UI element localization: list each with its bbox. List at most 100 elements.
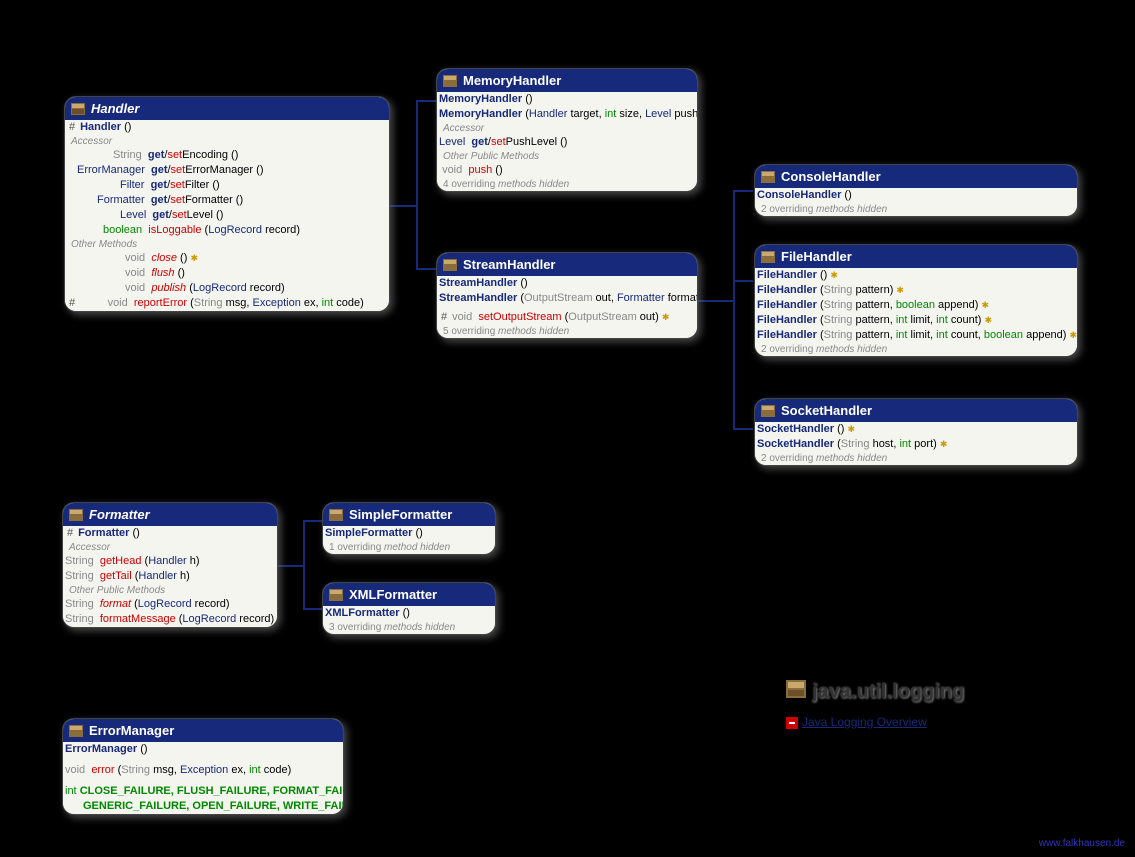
constructor: XMLFormatter () — [323, 606, 495, 621]
method: void publish (LogRecord record) — [65, 281, 389, 296]
class-sockethandler[interactable]: SocketHandler SocketHandler () ✱ SocketH… — [754, 398, 1078, 466]
class-handler[interactable]: Handler # Handler () Accessor String get… — [64, 96, 390, 312]
connector — [733, 428, 753, 430]
hidden-note: 2 overriding methods hidden — [755, 343, 1077, 356]
constructor: StreamHandler (OutputStream out, Formatt… — [437, 291, 697, 306]
accessor: String get/setEncoding () — [65, 148, 389, 163]
method: void push () — [437, 163, 697, 178]
section-other: Other Methods — [65, 238, 389, 251]
connector — [303, 520, 305, 610]
method: # void reportError (String msg, Exceptio… — [65, 296, 389, 311]
hidden-note: 2 overriding methods hidden — [755, 452, 1077, 465]
class-memoryhandler[interactable]: MemoryHandler MemoryHandler () MemoryHan… — [436, 68, 698, 192]
class-name: ErrorManager — [89, 723, 174, 738]
method: String getTail (Handler h) — [63, 569, 277, 584]
oracle-icon — [786, 717, 798, 729]
class-xmlformatter[interactable]: XMLFormatter XMLFormatter () 3 overridin… — [322, 582, 496, 635]
constructor: FileHandler () ✱ — [755, 268, 1077, 283]
connector — [416, 100, 418, 270]
constructor: FileHandler (String pattern, int limit, … — [755, 328, 1077, 343]
class-name: XMLFormatter — [349, 587, 437, 602]
section-accessor: Accessor — [63, 541, 277, 554]
constructor: # Formatter () — [63, 526, 277, 541]
class-icon — [329, 589, 343, 601]
class-icon — [761, 251, 775, 263]
constants: int CLOSE_FAILURE, FLUSH_FAILURE, FORMAT… — [63, 784, 343, 799]
class-header: XMLFormatter — [323, 583, 495, 606]
constructor: FileHandler (String pattern) ✱ — [755, 283, 1077, 298]
constructor: SocketHandler (String host, int port) ✱ — [755, 437, 1077, 452]
section-accessor: Accessor — [437, 122, 697, 135]
constructor: MemoryHandler () — [437, 92, 697, 107]
accessor: ErrorManager get/setErrorManager () — [65, 163, 389, 178]
class-header: SocketHandler — [755, 399, 1077, 422]
class-icon — [71, 103, 85, 115]
class-header: FileHandler — [755, 245, 1077, 268]
method: boolean isLoggable (LogRecord record) — [65, 223, 389, 238]
class-name: ConsoleHandler — [781, 169, 881, 184]
connector — [275, 565, 305, 567]
attribution-link[interactable]: www.falkhausen.de — [1039, 838, 1125, 849]
class-icon — [69, 725, 83, 737]
connector — [695, 300, 735, 302]
hidden-note: 3 overriding methods hidden — [323, 621, 495, 634]
accessor: Level get/setPushLevel () — [437, 135, 697, 150]
class-consolehandler[interactable]: ConsoleHandler ConsoleHandler () 2 overr… — [754, 164, 1078, 217]
class-header: Handler — [65, 97, 389, 120]
class-icon — [443, 75, 457, 87]
class-name: Formatter — [89, 507, 150, 522]
method: void close () ✱ — [65, 251, 389, 266]
class-header: MemoryHandler — [437, 69, 697, 92]
class-name: Handler — [91, 101, 139, 116]
accessor: Level get/setLevel () — [65, 208, 389, 223]
class-formatter[interactable]: Formatter # Formatter () Accessor String… — [62, 502, 278, 628]
connector — [733, 190, 753, 192]
class-streamhandler[interactable]: StreamHandler StreamHandler () StreamHan… — [436, 252, 698, 339]
constructor: SocketHandler () ✱ — [755, 422, 1077, 437]
class-simpleformatter[interactable]: SimpleFormatter SimpleFormatter () 1 ove… — [322, 502, 496, 555]
constants: GENERIC_FAILURE, OPEN_FAILURE, WRITE_FAI… — [63, 799, 343, 814]
constructor: FileHandler (String pattern, boolean app… — [755, 298, 1077, 313]
connector — [303, 608, 323, 610]
hidden-note: 5 overriding methods hidden — [437, 325, 697, 338]
class-header: ErrorManager — [63, 719, 343, 742]
class-icon — [69, 509, 83, 521]
connector — [303, 520, 323, 522]
package-title: java.util.logging — [786, 680, 964, 704]
method: String getHead (Handler h) — [63, 554, 277, 569]
constructor: FileHandler (String pattern, int limit, … — [755, 313, 1077, 328]
constructor: # Handler () — [65, 120, 389, 135]
connector — [733, 190, 735, 430]
package-link[interactable]: Java Logging Overview — [786, 715, 927, 729]
class-errormanager[interactable]: ErrorManager ErrorManager () void error … — [62, 718, 344, 815]
class-icon — [329, 509, 343, 521]
class-header: ConsoleHandler — [755, 165, 1077, 188]
connector — [416, 268, 436, 270]
class-name: FileHandler — [781, 249, 852, 264]
hidden-note: 1 overriding method hidden — [323, 541, 495, 554]
class-name: MemoryHandler — [463, 73, 561, 88]
method: void flush () — [65, 266, 389, 281]
constructor: MemoryHandler (Handler target, int size,… — [437, 107, 697, 122]
hidden-note: 2 overriding methods hidden — [755, 203, 1077, 216]
class-name: StreamHandler — [463, 257, 555, 272]
method: void error (String msg, Exception ex, in… — [63, 763, 343, 778]
class-name: SocketHandler — [781, 403, 872, 418]
class-icon — [761, 405, 775, 417]
class-header: Formatter — [63, 503, 277, 526]
accessor: Formatter get/setFormatter () — [65, 193, 389, 208]
section-other: Other Public Methods — [437, 150, 697, 163]
class-filehandler[interactable]: FileHandler FileHandler () ✱ FileHandler… — [754, 244, 1078, 357]
constructor: SimpleFormatter () — [323, 526, 495, 541]
accessor: Filter get/setFilter () — [65, 178, 389, 193]
section-other: Other Public Methods — [63, 584, 277, 597]
hidden-note: 4 overriding methods hidden — [437, 178, 697, 191]
class-header: StreamHandler — [437, 253, 697, 276]
class-icon — [443, 259, 457, 271]
method: String formatMessage (LogRecord record) — [63, 612, 277, 627]
constructor: StreamHandler () — [437, 276, 697, 291]
method: # void setOutputStream (OutputStream out… — [437, 310, 697, 325]
constructor: ConsoleHandler () — [755, 188, 1077, 203]
section-accessor: Accessor — [65, 135, 389, 148]
connector — [416, 100, 436, 102]
